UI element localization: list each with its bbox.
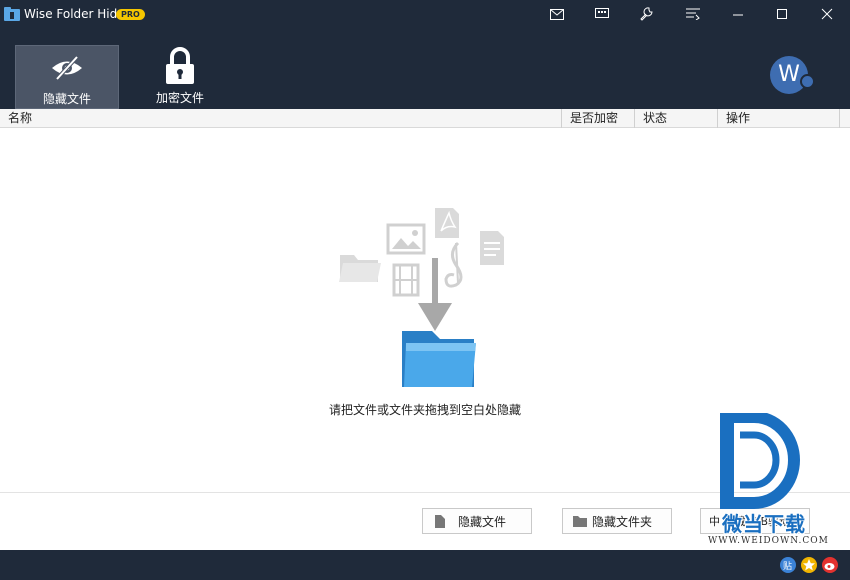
main-toolbar: 隐藏文件 加密文件 W bbox=[0, 28, 850, 109]
folder-small-icon bbox=[573, 514, 587, 528]
image-placeholder-icon bbox=[386, 223, 426, 255]
arrow-down-icon bbox=[418, 258, 452, 331]
mail-icon[interactable] bbox=[546, 4, 568, 24]
app-logo-icon bbox=[4, 7, 20, 21]
eye-slash-icon bbox=[16, 52, 118, 84]
tab-encrypt-files-label: 加密文件 bbox=[155, 91, 204, 105]
file-list-header: 名称 是否加密 状态 操作 bbox=[0, 109, 850, 128]
tab-hide-files[interactable]: 隐藏文件 bbox=[15, 45, 119, 109]
column-name[interactable]: 名称 bbox=[0, 109, 562, 128]
music-placeholder-icon bbox=[444, 241, 463, 288]
hide-file-button[interactable]: 隐藏文件 bbox=[422, 508, 532, 534]
title-bar: Wise Folder Hider PRO bbox=[0, 0, 850, 28]
watermark-url: WWW.WEIDOWN.COM bbox=[708, 536, 829, 546]
settings-icon[interactable] bbox=[636, 4, 658, 24]
folder-placeholder-icon bbox=[339, 255, 381, 282]
star-icon[interactable] bbox=[801, 557, 817, 573]
pro-badge: PRO bbox=[116, 9, 145, 20]
weibo-icon[interactable] bbox=[822, 557, 838, 573]
column-encrypted[interactable]: 是否加密 bbox=[562, 109, 635, 128]
video-placeholder-icon bbox=[392, 263, 420, 297]
status-bar: 贴 bbox=[0, 550, 850, 580]
avatar-status-dot bbox=[800, 74, 815, 89]
hide-file-label: 隐藏文件 bbox=[457, 514, 506, 529]
svg-text:贴: 贴 bbox=[783, 560, 792, 572]
minimize-icon[interactable] bbox=[727, 4, 749, 24]
drop-illustration bbox=[339, 208, 504, 387]
watermark-text: 微当下载 bbox=[722, 512, 806, 536]
menu-icon[interactable] bbox=[682, 4, 704, 24]
window-title: Wise Folder Hider bbox=[24, 7, 130, 21]
tieba-icon[interactable]: 贴 bbox=[780, 557, 796, 573]
folder-icon bbox=[402, 331, 476, 387]
file-icon bbox=[433, 514, 447, 528]
pdf-placeholder-icon bbox=[435, 208, 459, 238]
tab-hide-files-label: 隐藏文件 bbox=[42, 92, 91, 106]
hide-folder-label: 隐藏文件夹 bbox=[591, 514, 652, 529]
column-status[interactable]: 状态 bbox=[635, 109, 718, 128]
feedback-icon[interactable] bbox=[591, 4, 613, 24]
document-placeholder-icon bbox=[480, 231, 504, 265]
column-actions[interactable]: 操作 bbox=[718, 109, 840, 128]
lock-icon bbox=[128, 47, 232, 85]
tab-encrypt-files[interactable]: 加密文件 bbox=[128, 45, 232, 109]
maximize-icon[interactable] bbox=[771, 4, 793, 24]
close-icon[interactable] bbox=[816, 4, 838, 24]
hide-folder-button[interactable]: 隐藏文件夹 bbox=[562, 508, 672, 534]
